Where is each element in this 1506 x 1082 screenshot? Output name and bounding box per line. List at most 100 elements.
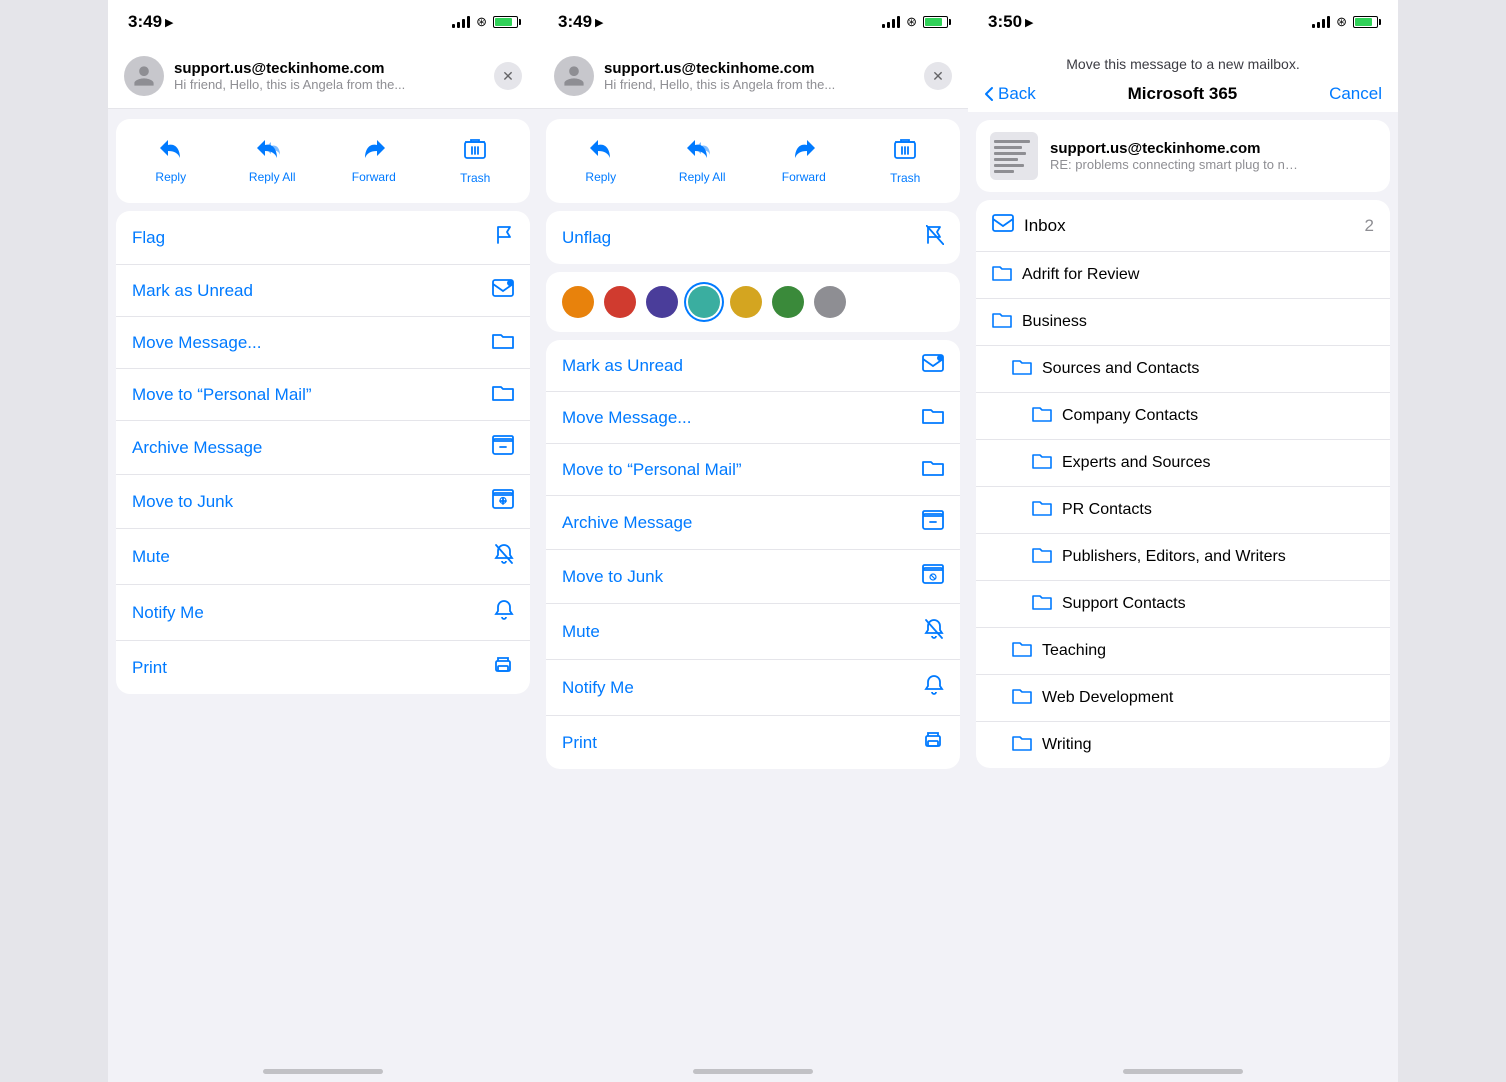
mute-label-2: Mute (562, 622, 600, 642)
trash-icon-2 (894, 137, 916, 167)
email-from-2: support.us@teckinhome.com (604, 60, 914, 77)
folder-icon-adrift (992, 264, 1012, 286)
archive-item-2[interactable]: Archive Message (546, 496, 960, 550)
back-button-3[interactable]: Back (984, 84, 1036, 104)
mark-unread-label-1: Mark as Unread (132, 281, 253, 301)
notify-label-1: Notify Me (132, 603, 204, 623)
forward-button-2[interactable]: Forward (757, 127, 851, 195)
folder-adrift[interactable]: Adrift for Review (976, 252, 1390, 299)
email-preview-info-3: support.us@teckinhome.com RE: problems c… (1050, 140, 1300, 172)
move-hint: Move this message to a new mailbox. (984, 48, 1382, 76)
junk-icon-2 (922, 564, 944, 589)
folder-teaching[interactable]: Teaching (976, 628, 1390, 675)
reply-button-2[interactable]: Reply (554, 127, 648, 195)
status-icons-2: ⊛ (882, 14, 948, 30)
folder-label-business: Business (1022, 313, 1087, 331)
junk-item-2[interactable]: Move to Junk (546, 550, 960, 604)
close-button-2[interactable]: ✕ (924, 62, 952, 90)
folder-experts[interactable]: Experts and Sources (976, 440, 1390, 487)
inbox-row-3[interactable]: Inbox 2 (976, 200, 1390, 252)
email-preview-row-3: support.us@teckinhome.com RE: problems c… (976, 120, 1390, 192)
folder-sources-contacts[interactable]: Sources and Contacts (976, 346, 1390, 393)
location-arrow-1: ▶ (165, 16, 173, 29)
folder-label-adrift: Adrift for Review (1022, 266, 1139, 284)
folder-personal-icon-2 (922, 458, 944, 481)
folder-pr[interactable]: PR Contacts (976, 487, 1390, 534)
trash-button-2[interactable]: Trash (859, 127, 953, 195)
mute-item-2[interactable]: Mute (546, 604, 960, 660)
trash-label-2: Trash (890, 171, 920, 185)
folder-label-writing: Writing (1042, 736, 1092, 754)
status-icons-1: ⊛ (452, 14, 518, 30)
swatch-yellow[interactable] (730, 286, 762, 318)
color-swatches-2 (546, 272, 960, 332)
folder-personal-icon-1 (492, 383, 514, 406)
reply-all-button-1[interactable]: Reply All (226, 127, 320, 195)
mute-item-1[interactable]: Mute (116, 529, 530, 585)
swatch-teal[interactable] (688, 286, 720, 318)
folder-label-pr: PR Contacts (1062, 501, 1152, 519)
printer-icon-1 (492, 655, 514, 680)
move-message-item-1[interactable]: Move Message... (116, 317, 530, 369)
print-item-1[interactable]: Print (116, 641, 530, 694)
reply-all-label-2: Reply All (679, 170, 726, 184)
reply-all-icon-2 (687, 138, 717, 166)
flag-item-1[interactable]: Flag (116, 211, 530, 265)
inbox-left-3: Inbox (992, 214, 1066, 237)
junk-label-1: Move to Junk (132, 492, 233, 512)
folder-icon-pr (1032, 499, 1052, 521)
move-message-item-2[interactable]: Move Message... (546, 392, 960, 444)
swatch-red[interactable] (604, 286, 636, 318)
forward-label-1: Forward (352, 170, 396, 184)
nav-title-3: Microsoft 365 (1128, 84, 1238, 104)
folder-business[interactable]: Business (976, 299, 1390, 346)
notify-item-1[interactable]: Notify Me (116, 585, 530, 641)
swatch-green[interactable] (772, 286, 804, 318)
folder-web-dev[interactable]: Web Development (976, 675, 1390, 722)
folder-label-sources: Sources and Contacts (1042, 360, 1199, 378)
phone-1: 3:49 ▶ ⊛ support.u (108, 0, 538, 1082)
mark-unread-item-1[interactable]: Mark as Unread (116, 265, 530, 317)
folder-icon-2 (922, 406, 944, 429)
unflag-item-2[interactable]: Unflag (546, 211, 960, 264)
folder-label-teaching: Teaching (1042, 642, 1106, 660)
mark-unread-item-2[interactable]: Mark as Unread (546, 340, 960, 392)
move-personal-label-2: Move to “Personal Mail” (562, 460, 742, 480)
battery-icon-1 (493, 16, 518, 28)
flag-label-1: Flag (132, 228, 165, 248)
forward-button-1[interactable]: Forward (327, 127, 421, 195)
notify-item-2[interactable]: Notify Me (546, 660, 960, 716)
reply-label-1: Reply (155, 170, 186, 184)
email-from-1: support.us@teckinhome.com (174, 60, 484, 77)
trash-button-1[interactable]: Trash (429, 127, 523, 195)
cancel-button-3[interactable]: Cancel (1329, 84, 1382, 104)
folder-icon-experts (1032, 452, 1052, 474)
move-message-label-1: Move Message... (132, 333, 261, 353)
close-button-1[interactable]: ✕ (494, 62, 522, 90)
folder-support-contacts[interactable]: Support Contacts (976, 581, 1390, 628)
home-indicator-2 (693, 1069, 813, 1074)
move-personal-item-2[interactable]: Move to “Personal Mail” (546, 444, 960, 496)
print-item-2[interactable]: Print (546, 716, 960, 769)
folder-writing[interactable]: Writing (976, 722, 1390, 768)
swatch-purple[interactable] (646, 286, 678, 318)
inbox-label-3: Inbox (1024, 216, 1066, 236)
envelope-icon-1 (492, 279, 514, 302)
email-header-1: support.us@teckinhome.com Hi friend, Hel… (108, 44, 538, 109)
move-personal-item-1[interactable]: Move to “Personal Mail” (116, 369, 530, 421)
swatch-orange[interactable] (562, 286, 594, 318)
time-3: 3:50 (988, 12, 1022, 32)
reply-button-1[interactable]: Reply (124, 127, 218, 195)
trash-label-1: Trash (460, 171, 490, 185)
junk-item-1[interactable]: Move to Junk (116, 475, 530, 529)
folder-publishers[interactable]: Publishers, Editors, and Writers (976, 534, 1390, 581)
archive-item-1[interactable]: Archive Message (116, 421, 530, 475)
phone-3: 3:50 ▶ ⊛ Move this message to a new mail… (968, 0, 1398, 1082)
junk-icon-1 (492, 489, 514, 514)
reply-all-button-2[interactable]: Reply All (656, 127, 750, 195)
avatar-1 (124, 56, 164, 96)
folder-company-contacts[interactable]: Company Contacts (976, 393, 1390, 440)
signal-icon-1 (452, 16, 470, 28)
reply-all-icon-1 (257, 138, 287, 166)
swatch-gray[interactable] (814, 286, 846, 318)
